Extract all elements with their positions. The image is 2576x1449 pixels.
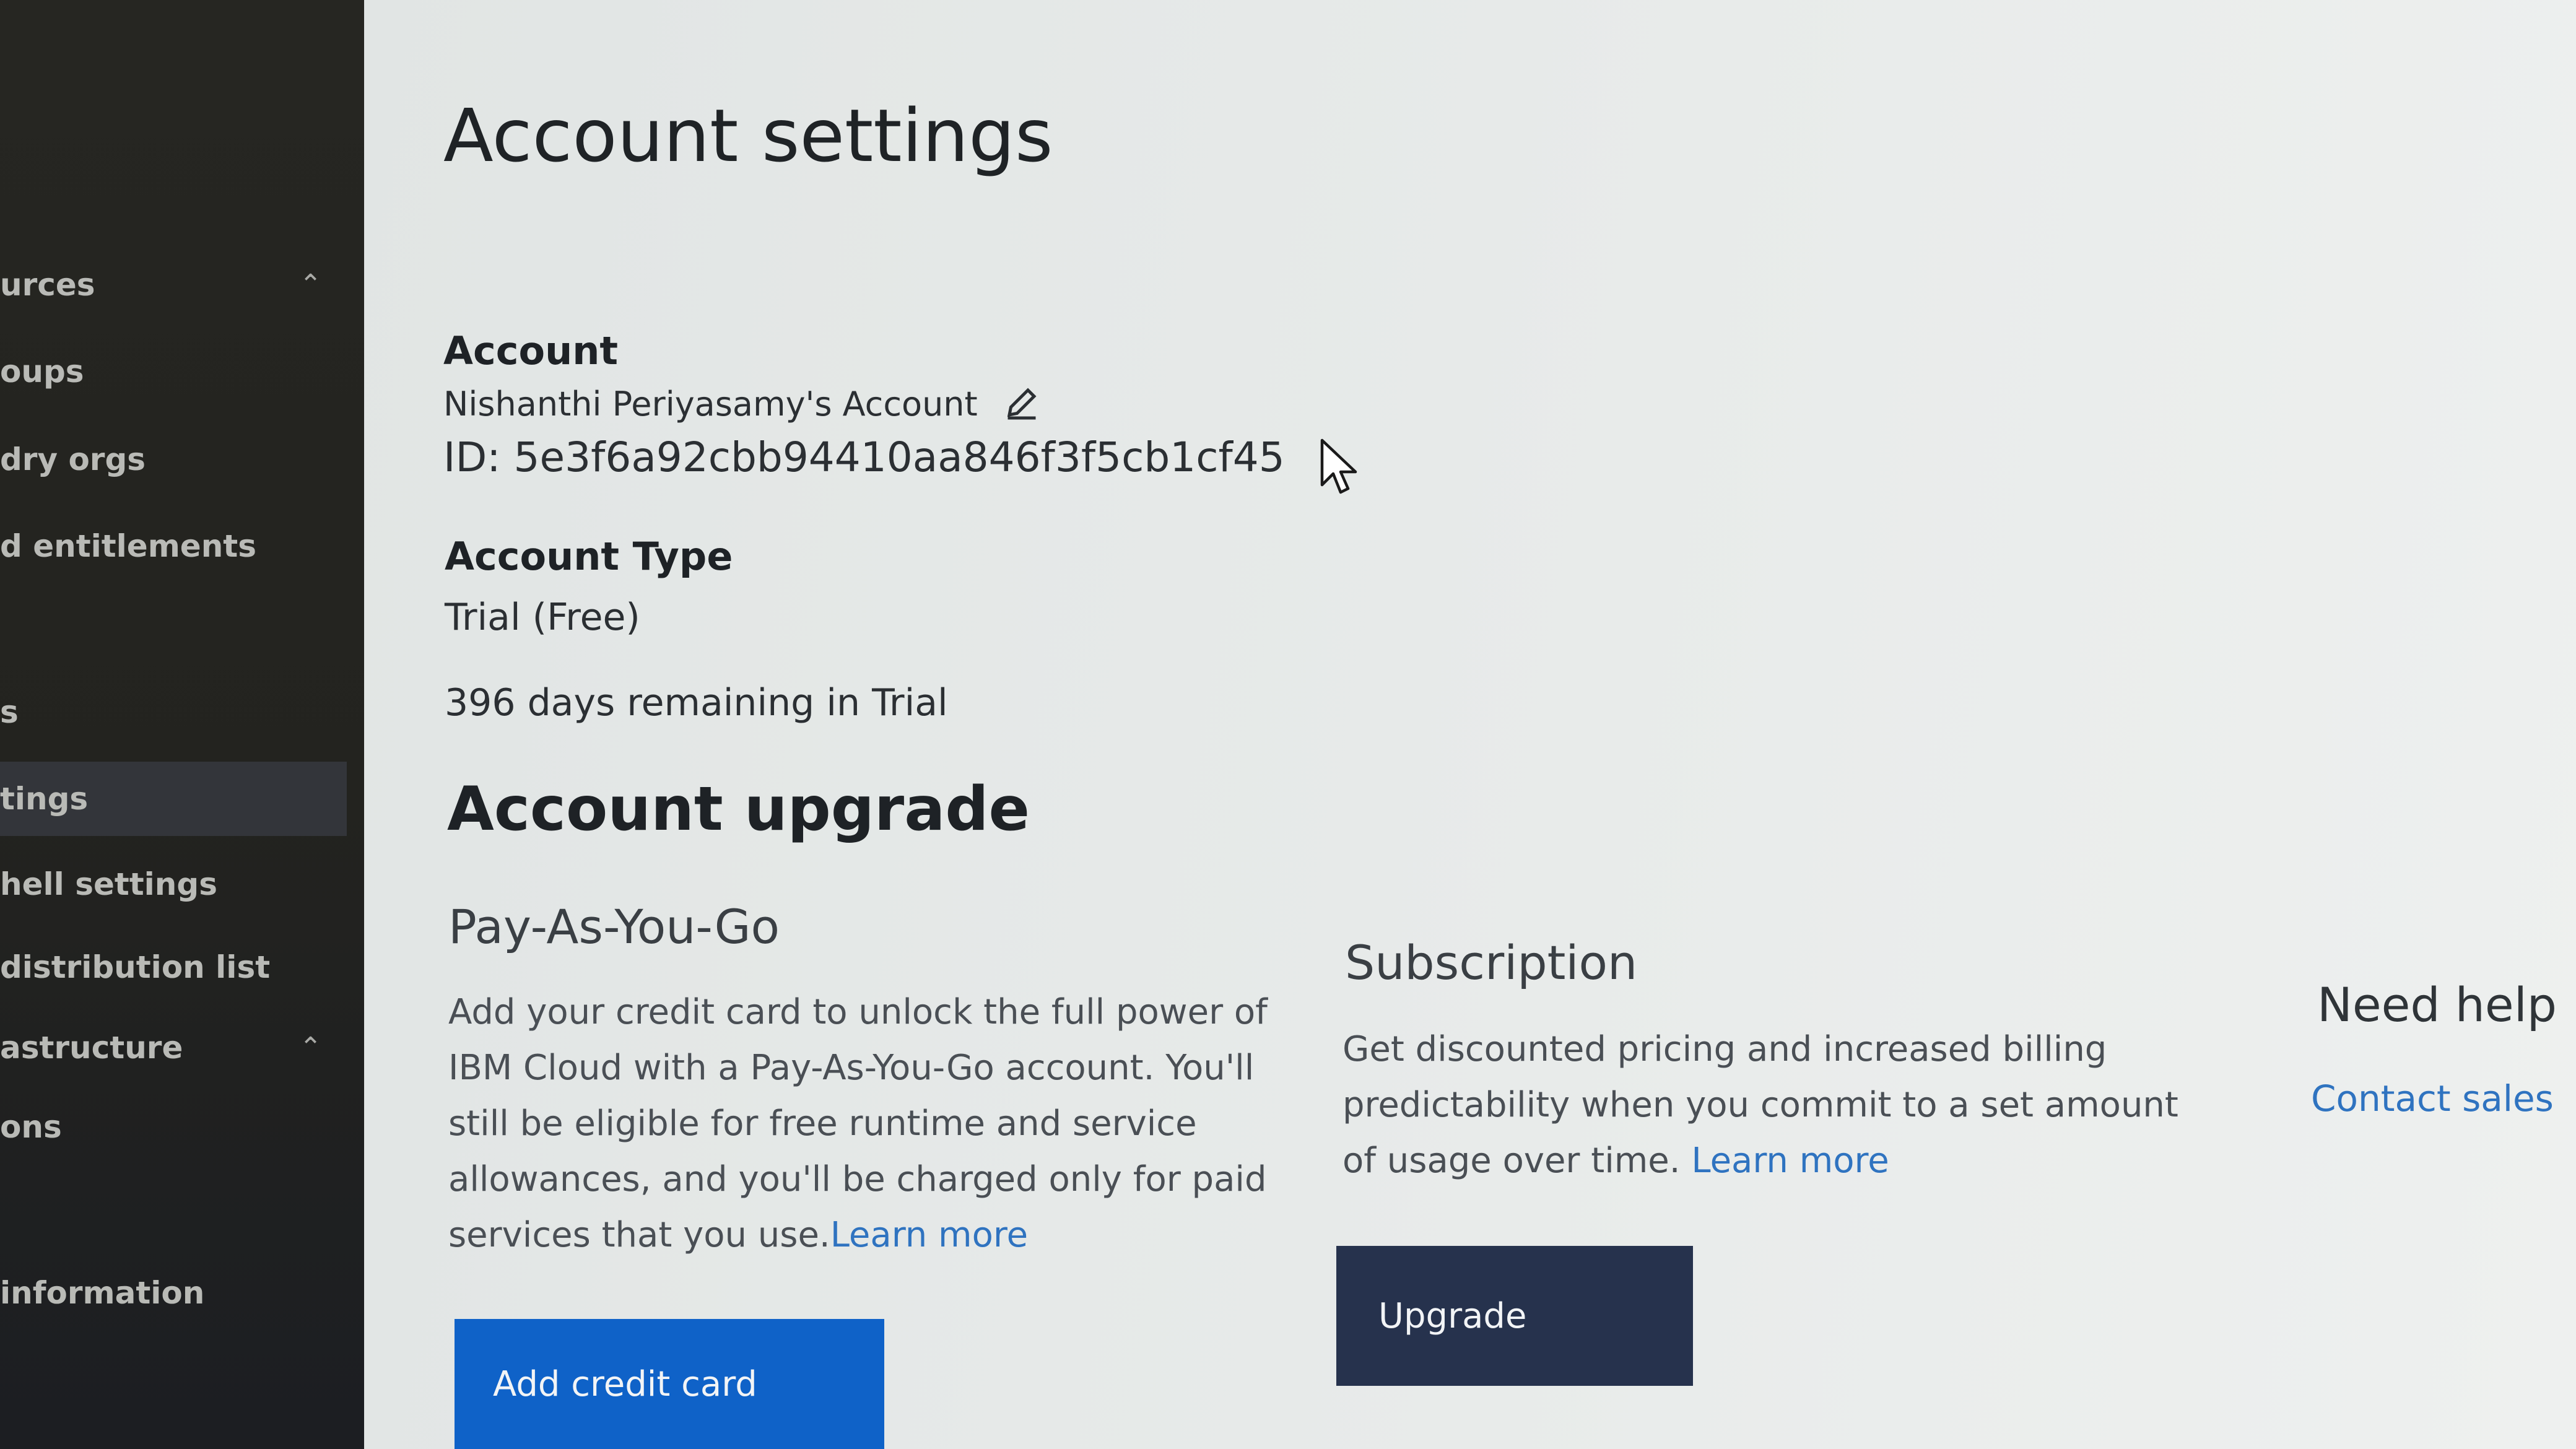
subscription-learn-more-link[interactable]: Learn more (1691, 1141, 1889, 1181)
sidebar-item-label: ons (0, 1109, 62, 1145)
sidebar-item-label: astructure (0, 1030, 183, 1066)
sidebar-item-label: oups (0, 354, 84, 389)
sidebar-item-label: urces (0, 267, 95, 303)
sidebar-item-entitlements[interactable]: d entitlements (0, 509, 347, 583)
account-heading: Account (443, 328, 618, 373)
account-name-row: Nishanthi Periyasamy's Account (443, 384, 1040, 429)
sidebar-item-label: tings (0, 781, 89, 817)
sidebar-item-information[interactable]: information (0, 1256, 347, 1330)
sidebar-item-foundry-orgs[interactable]: dry orgs (0, 422, 347, 497)
sidebar-item-distribution-list[interactable]: distribution list (0, 930, 347, 1004)
mouse-cursor-icon (1320, 438, 1357, 500)
account-type-heading: Account Type (445, 534, 733, 579)
sidebar-item-label: d entitlements (0, 528, 256, 564)
subscription-title: Subscription (1345, 935, 1638, 990)
contact-sales-link[interactable]: Contact sales (2311, 1077, 2554, 1120)
sidebar-item-infrastructure[interactable]: astructure ⌃ (0, 1011, 347, 1085)
account-upgrade-heading: Account upgrade (447, 774, 1030, 845)
sidebar-item-label: distribution list (0, 949, 271, 985)
subscription-description: Get discounted pricing and increased bil… (1342, 1022, 2222, 1189)
upgrade-button[interactable]: Upgrade (1336, 1246, 1693, 1386)
sidebar-item-s[interactable]: s (0, 675, 347, 749)
sidebar: urces ⌃ oups dry orgs d entitlements s t… (0, 0, 364, 1449)
chevron-up-icon[interactable]: ⌃ (299, 248, 322, 322)
chevron-up-icon[interactable]: ⌃ (299, 1011, 322, 1085)
page-title: Account settings (443, 93, 1053, 178)
sidebar-item-label: s (0, 694, 19, 730)
need-help-title: Need help (2317, 977, 2557, 1032)
sidebar-item-ons[interactable]: ons (0, 1090, 347, 1164)
sidebar-item-shell-settings[interactable]: hell settings (0, 847, 347, 921)
account-id: ID: 5e3f6a92cbb94410aa846f3f5cb1cf45 (443, 433, 1285, 481)
payg-description: Add your credit card to unlock the full … (448, 985, 1278, 1263)
pencil-icon[interactable] (1003, 384, 1040, 429)
sidebar-item-groups[interactable]: oups (0, 334, 347, 409)
payg-title: Pay-As-You-Go (448, 899, 780, 954)
sidebar-item-resources[interactable]: urces ⌃ (0, 248, 347, 322)
sidebar-item-settings[interactable]: tings (0, 762, 347, 836)
sidebar-item-label: dry orgs (0, 442, 146, 477)
account-type-value: Trial (Free) (445, 596, 640, 639)
main-content: Account settings Account Nishanthi Periy… (364, 0, 2576, 1449)
add-credit-card-button[interactable]: Add credit card (455, 1319, 884, 1449)
account-name: Nishanthi Periyasamy's Account (443, 385, 978, 424)
sidebar-item-label: hell settings (0, 866, 217, 902)
trial-days-remaining: 396 days remaining in Trial (445, 681, 948, 724)
payg-learn-more-link[interactable]: Learn more (830, 1215, 1028, 1255)
sidebar-item-label: information (0, 1275, 205, 1311)
